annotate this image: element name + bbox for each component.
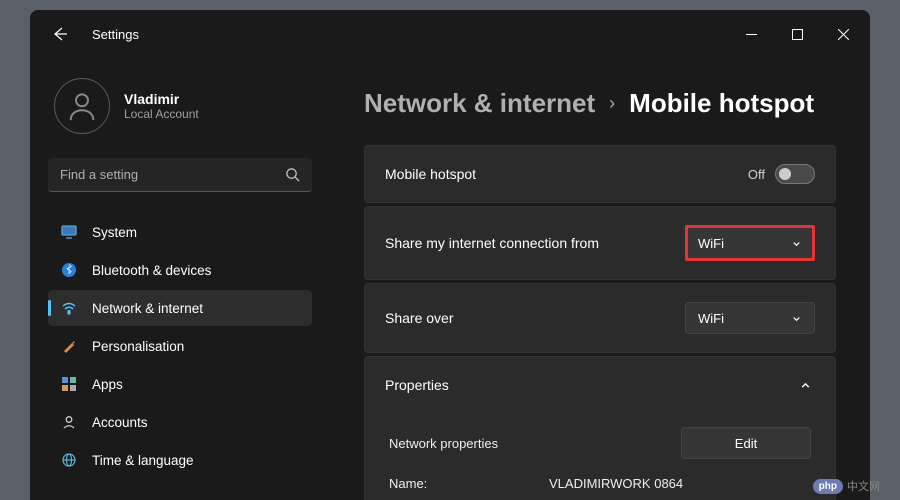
- sidebar-item-system[interactable]: System: [48, 214, 312, 250]
- sidebar: Vladimir Local Account System Bluetooth …: [30, 58, 330, 500]
- user-account-type: Local Account: [124, 107, 199, 121]
- globe-icon: [60, 451, 78, 469]
- sidebar-item-bluetooth[interactable]: Bluetooth & devices: [48, 252, 312, 288]
- properties-header[interactable]: Properties: [365, 357, 835, 413]
- toggle-knob: [779, 168, 791, 180]
- edit-button[interactable]: Edit: [681, 427, 811, 459]
- maximize-icon: [792, 29, 803, 40]
- share-over-dropdown[interactable]: WiFi: [685, 302, 815, 334]
- search-input[interactable]: [60, 167, 285, 182]
- minimize-icon: [746, 29, 757, 40]
- avatar: [54, 78, 110, 134]
- card-properties: Properties Network properties Edit Name:…: [364, 356, 836, 500]
- properties-body: Network properties Edit Name: VLADIMIRWO…: [365, 413, 835, 500]
- user-block[interactable]: Vladimir Local Account: [48, 76, 312, 136]
- sidebar-item-label: Personalisation: [92, 339, 184, 354]
- sidebar-item-label: Network & internet: [92, 301, 203, 316]
- person-icon: [65, 89, 99, 123]
- watermark-text: 中文网: [847, 478, 880, 494]
- properties-subheading: Network properties: [389, 436, 681, 451]
- properties-heading: Properties: [385, 377, 795, 393]
- dropdown-value: WiFi: [698, 311, 791, 326]
- user-name: Vladimir: [124, 91, 199, 107]
- close-icon: [838, 29, 849, 40]
- settings-window: Settings Vladimir Local Account: [30, 10, 870, 500]
- titlebar: Settings: [30, 10, 870, 58]
- toggle-state-text: Off: [748, 167, 765, 182]
- settings-cards: Mobile hotspot Off Share my internet con…: [364, 145, 836, 500]
- breadcrumb: Network & internet › Mobile hotspot: [364, 88, 836, 119]
- breadcrumb-parent[interactable]: Network & internet: [364, 88, 595, 119]
- sidebar-item-label: System: [92, 225, 137, 240]
- close-button[interactable]: [820, 14, 866, 54]
- back-button[interactable]: [40, 14, 80, 54]
- apps-icon: [60, 375, 78, 393]
- property-key: Name:: [389, 476, 549, 491]
- card-share-over: Share over WiFi: [364, 283, 836, 353]
- dropdown-value: WiFi: [698, 236, 791, 251]
- sidebar-item-time-language[interactable]: Time & language: [48, 442, 312, 478]
- search-icon: [285, 167, 300, 182]
- breadcrumb-current: Mobile hotspot: [629, 88, 814, 119]
- window-controls: [728, 14, 866, 54]
- card-label: Mobile hotspot: [385, 166, 748, 182]
- sidebar-item-apps[interactable]: Apps: [48, 366, 312, 402]
- chevron-up-icon: [799, 379, 812, 392]
- bluetooth-icon: [60, 261, 78, 279]
- system-icon: [60, 223, 78, 241]
- sidebar-item-network[interactable]: Network & internet: [48, 290, 312, 326]
- card-mobile-hotspot: Mobile hotspot Off: [364, 145, 836, 203]
- card-label: Share over: [385, 310, 685, 326]
- window-title: Settings: [92, 27, 139, 42]
- sidebar-item-label: Accounts: [92, 415, 148, 430]
- maximize-button[interactable]: [774, 14, 820, 54]
- property-value: VLADIMIRWORK 0864: [549, 476, 811, 491]
- sidebar-item-label: Time & language: [92, 453, 194, 468]
- card-label: Share my internet connection from: [385, 235, 685, 251]
- watermark: php 中文网: [813, 478, 880, 494]
- wifi-icon: [60, 299, 78, 317]
- php-badge: php: [813, 479, 843, 494]
- main-panel: Network & internet › Mobile hotspot Mobi…: [330, 58, 870, 500]
- sidebar-item-accounts[interactable]: Accounts: [48, 404, 312, 440]
- property-row-name: Name: VLADIMIRWORK 0864: [389, 463, 811, 500]
- content-area: Vladimir Local Account System Bluetooth …: [30, 58, 870, 500]
- brush-icon: [60, 337, 78, 355]
- hotspot-toggle[interactable]: [775, 164, 815, 184]
- collapse-toggle[interactable]: [795, 375, 815, 395]
- search-box[interactable]: [48, 158, 312, 192]
- sidebar-item-label: Apps: [92, 377, 123, 392]
- network-properties-row: Network properties Edit: [389, 423, 811, 463]
- minimize-button[interactable]: [728, 14, 774, 54]
- card-share-from: Share my internet connection from WiFi: [364, 206, 836, 280]
- nav: System Bluetooth & devices Network & int…: [48, 214, 312, 478]
- sidebar-item-personalisation[interactable]: Personalisation: [48, 328, 312, 364]
- back-arrow-icon: [52, 26, 68, 42]
- chevron-down-icon: [791, 238, 802, 249]
- share-from-dropdown[interactable]: WiFi: [685, 225, 815, 261]
- sidebar-item-label: Bluetooth & devices: [92, 263, 211, 278]
- chevron-down-icon: [791, 313, 802, 324]
- accounts-icon: [60, 413, 78, 431]
- chevron-right-icon: ›: [609, 93, 615, 114]
